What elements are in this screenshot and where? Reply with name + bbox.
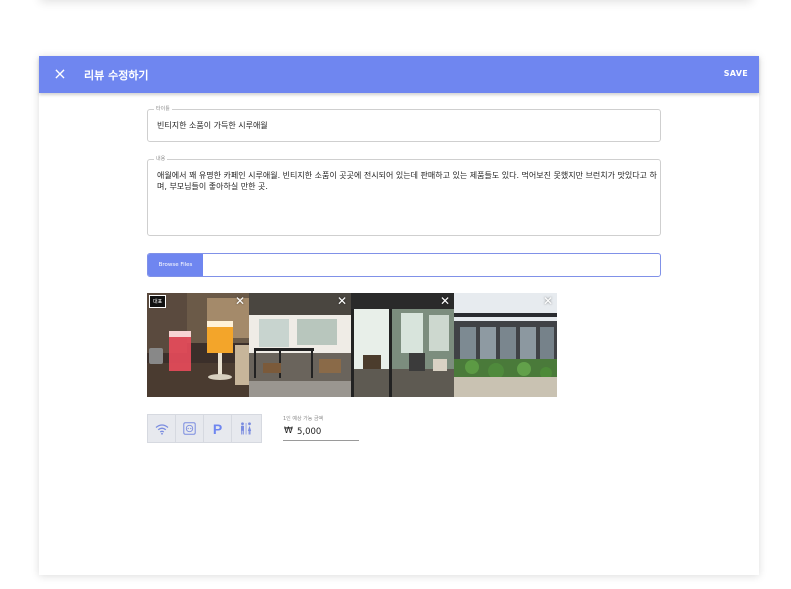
amenity-toggles: P bbox=[147, 414, 262, 443]
price-field[interactable]: ₩ 5,000 bbox=[283, 424, 359, 441]
terrace-photo[interactable]: ✕ bbox=[351, 293, 454, 397]
won-currency-icon: ₩ bbox=[284, 426, 293, 436]
parking-icon: P bbox=[212, 420, 223, 437]
browse-files-button[interactable]: Browse Files bbox=[148, 254, 203, 276]
parking-toggle[interactable]: P bbox=[204, 415, 232, 442]
representative-badge: 대표 bbox=[149, 295, 167, 308]
edit-review-dialog: × 리뷰 수정하기 SAVE 타이틀 빈티지한 소품이 가득한 시루애월 내용 … bbox=[39, 56, 759, 575]
outlet-toggle[interactable] bbox=[176, 415, 204, 442]
title-label: 타이틀 bbox=[154, 105, 172, 112]
interior-photo[interactable]: ✕ bbox=[249, 293, 351, 397]
wifi-toggle[interactable] bbox=[148, 415, 176, 442]
app-bar: × 리뷰 수정하기 SAVE bbox=[39, 56, 759, 93]
remove-photo-icon[interactable]: ✕ bbox=[337, 294, 347, 308]
content-label: 내용 bbox=[154, 155, 168, 162]
dialog-title: 리뷰 수정하기 bbox=[84, 69, 149, 82]
remove-photo-icon[interactable]: ✕ bbox=[543, 294, 553, 308]
drinks-photo[interactable]: 대표 ✕ bbox=[147, 293, 249, 397]
content-field[interactable]: 내용 애월에서 꽤 유명한 카페인 시루애월. 빈티지한 소품이 곳곳에 전시되… bbox=[147, 155, 661, 236]
title-input[interactable]: 빈티지한 소품이 가득한 시루애월 bbox=[157, 120, 268, 131]
photo-list: 대표 ✕ ✕ ✕ ✕ bbox=[147, 293, 557, 397]
content-textarea[interactable]: 애월에서 꽤 유명한 카페인 시루애월. 빈티지한 소품이 곳곳에 전시되어 있… bbox=[157, 170, 657, 192]
close-icon[interactable]: × bbox=[51, 65, 69, 83]
file-upload[interactable]: Browse Files bbox=[147, 253, 661, 277]
remove-photo-icon[interactable]: ✕ bbox=[235, 294, 245, 308]
save-button[interactable]: SAVE bbox=[724, 69, 748, 78]
price-label: 1인 예상 가능 금액 bbox=[283, 416, 324, 422]
price-input[interactable]: 5,000 bbox=[297, 427, 321, 437]
restroom-icon bbox=[241, 422, 252, 435]
title-field[interactable]: 타이틀 빈티지한 소품이 가득한 시루애월 bbox=[147, 105, 661, 142]
wifi-icon bbox=[155, 423, 168, 435]
outlet-icon bbox=[183, 422, 196, 435]
remove-photo-icon[interactable]: ✕ bbox=[440, 294, 450, 308]
exterior-photo[interactable]: ✕ bbox=[454, 293, 557, 397]
restroom-toggle[interactable] bbox=[232, 415, 260, 442]
